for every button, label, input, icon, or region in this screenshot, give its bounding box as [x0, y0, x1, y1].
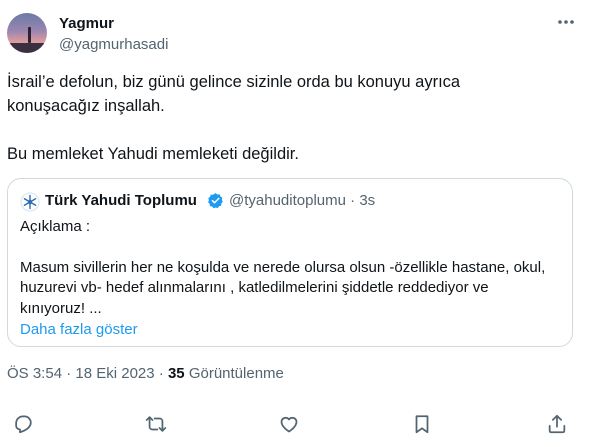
- meta-separator-1: ·: [66, 365, 72, 382]
- reply-icon[interactable]: [12, 413, 36, 437]
- views-count: 35: [167, 365, 185, 382]
- action-bar: [0, 410, 589, 440]
- author-name[interactable]: Yagmur: [59, 15, 114, 32]
- tweet-meta: ÖS 3:54 · 18 Eki 2023 · 35 Görüntülenme: [7, 365, 284, 382]
- tweet-text: İsrail’e defolun, biz günü gelince sizin…: [7, 70, 577, 166]
- more-options-icon[interactable]: [555, 14, 577, 30]
- author-handle[interactable]: @yagmurhasadi: [59, 36, 168, 53]
- meta-separator-2: ·: [158, 365, 164, 382]
- avatar-figure: [28, 27, 31, 43]
- quote-handle-text: @tyahuditoplumu: [229, 192, 346, 209]
- avatar[interactable]: [7, 13, 47, 53]
- quoted-tweet-card[interactable]: Türk Yahudi Toplumu @tyahuditoplumu · 3s…: [7, 178, 573, 347]
- quote-time[interactable]: 3s: [359, 192, 375, 209]
- avatar-ground: [7, 43, 47, 53]
- quote-separator: ·: [350, 192, 356, 209]
- tweet-date[interactable]: 18 Eki 2023: [75, 365, 154, 382]
- quote-author-handle[interactable]: @tyahuditoplumu · 3s: [229, 192, 375, 209]
- share-icon[interactable]: [546, 413, 570, 437]
- quote-body-title: Açıklama :: [20, 218, 91, 235]
- tweet-line-1: İsrail’e defolun, biz günü gelince sizin…: [7, 73, 461, 91]
- views-label: Görüntülenme: [188, 365, 284, 382]
- bookmark-icon[interactable]: [411, 413, 435, 437]
- quote-avatar-icon: [20, 192, 40, 212]
- tweet-time[interactable]: ÖS 3:54: [7, 365, 62, 382]
- quote-author-name[interactable]: Türk Yahudi Toplumu: [45, 192, 197, 209]
- tweet-line-2: konuşacağız inşallah.: [7, 97, 165, 115]
- quote-body-line-2: huzurevi vb- hedef alınmalarını , katled…: [20, 279, 489, 296]
- verified-badge-icon: [207, 192, 224, 209]
- quote-body-line-3: kınıyoruz! ...: [20, 299, 102, 317]
- retweet-icon[interactable]: [145, 413, 169, 437]
- quote-body-line-1: Masum sivillerin her ne koşulda ve nered…: [20, 258, 546, 276]
- tweet-line-3: Bu memleket Yahudi memleketi değildir.: [7, 145, 299, 163]
- like-icon[interactable]: [278, 413, 302, 437]
- quote-body: Açıklama : Masum sivillerin her ne koşul…: [20, 217, 560, 341]
- show-more-link[interactable]: Daha fazla göster: [20, 320, 560, 341]
